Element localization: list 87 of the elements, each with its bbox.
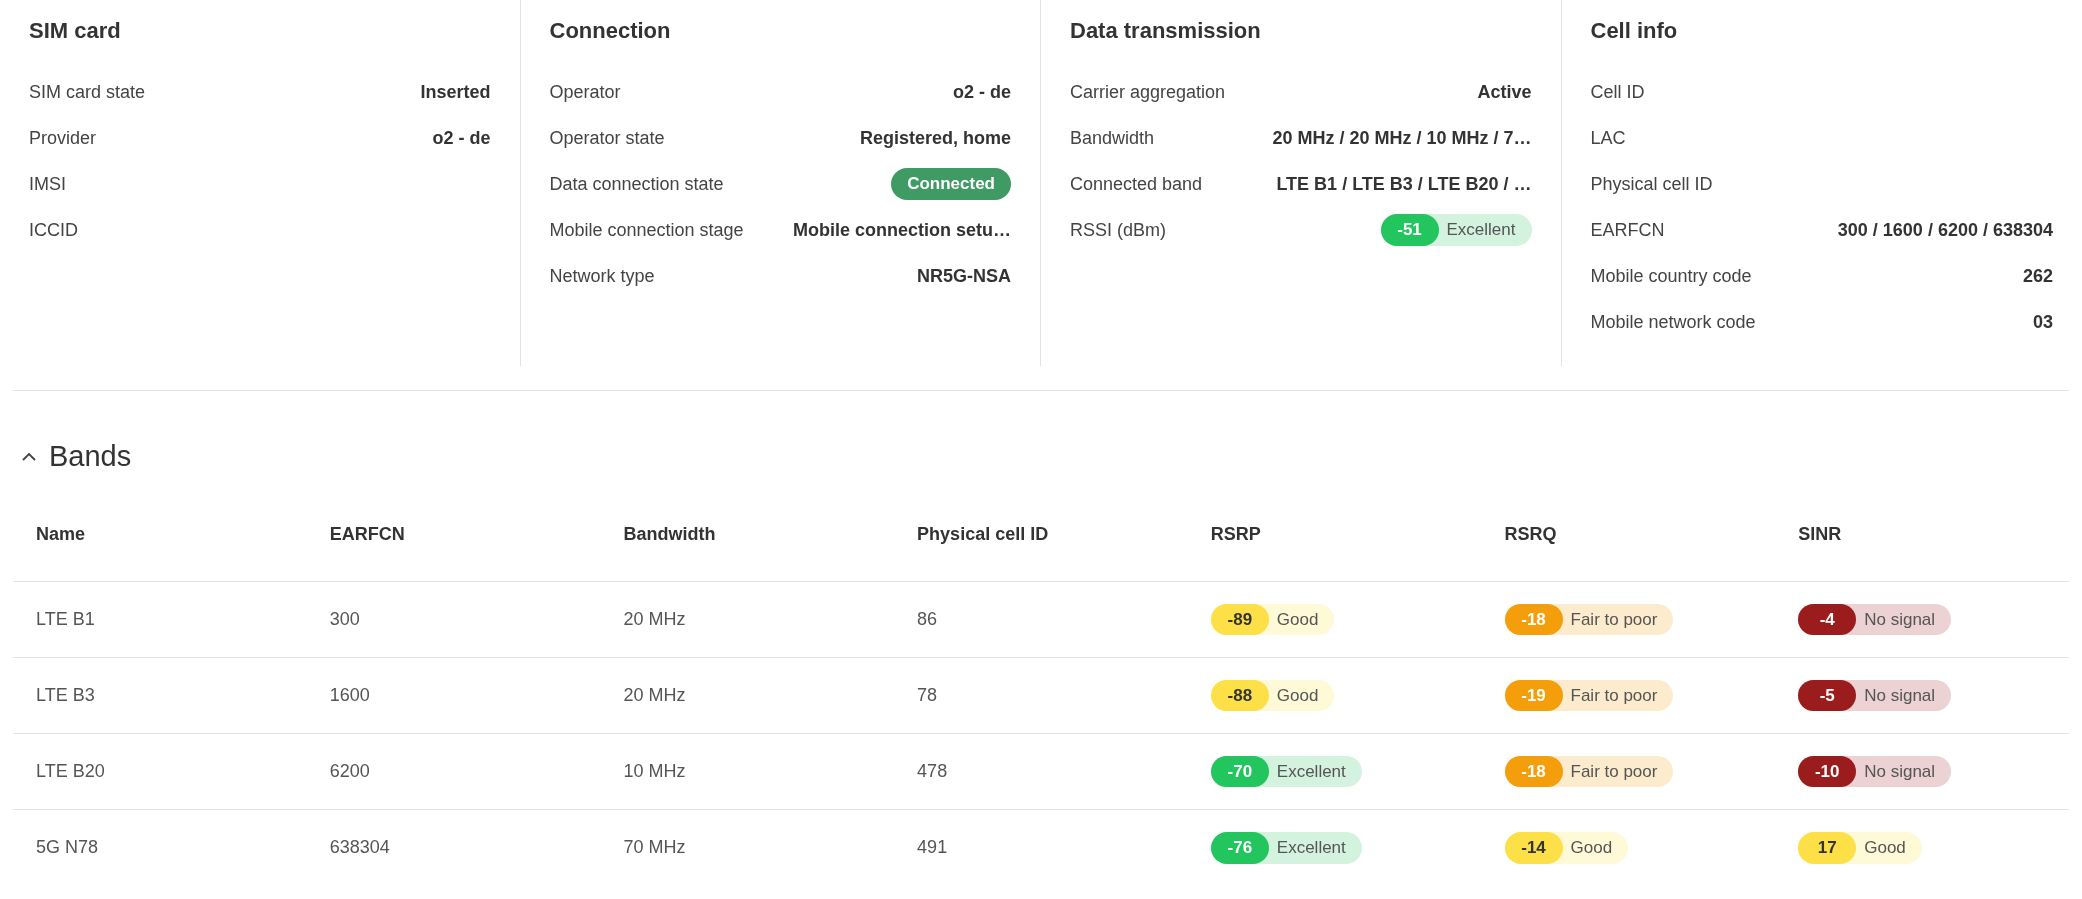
field-label: Provider [29,126,97,150]
signal-value: -14 [1504,832,1563,864]
column-header: SINR [1775,520,2069,582]
column-header: RSRQ [1481,520,1776,582]
signal-value: -70 [1210,755,1269,788]
table-cell: 20 MHz [600,657,895,734]
signal-value: -88 [1210,679,1269,712]
field-value: 20 MHz / 20 MHz / 10 MHz / 7… [1272,126,1532,150]
table-cell: 78 [894,657,1188,734]
signal-value: -18 [1504,603,1563,636]
field-value: Mobile connection setu… [793,218,1011,242]
signal-value: -19 [1504,679,1563,712]
field-label: Connected band [1070,172,1203,196]
signal-rating: Fair to poor [1569,608,1659,631]
signal-rating: Excellent [1275,837,1347,859]
panel-title: Connection [549,17,672,45]
field-label: Mobile country code [1590,264,1752,288]
field-value: o2 - de [953,80,1011,104]
signal-value: -10 [1798,755,1857,788]
table-cell: 478 [894,733,1188,810]
field-value: Registered, home [859,126,1011,150]
signal-rating: Excellent [1445,219,1517,242]
field-value: LTE B1 / LTE B3 / LTE B20 / … [1276,172,1532,196]
field-value: 262 [2022,264,2053,288]
column-header: EARFCN [306,520,601,582]
table-cell: 70 MHz [600,809,895,886]
chevron-icon[interactable] [21,451,37,462]
table-cell: LTE B3 [13,657,307,734]
signal-value: -51 [1380,214,1439,246]
signal-value: -18 [1504,755,1563,788]
column-header: Name [13,520,307,582]
field-value: Inserted [420,80,491,104]
field-label: SIM card state [29,80,146,104]
panel-title: SIM card [29,17,122,45]
signal-rating: Good [1275,608,1320,631]
panel-title: Cell info [1590,17,1679,45]
signal-rating: Excellent [1275,760,1347,783]
column-header: RSRP [1187,520,1482,582]
field-value: 300 / 1600 / 6200 / 638304 [1837,218,2053,242]
signal-rating: No signal [1863,684,1937,707]
table-cell: 10 MHz [600,733,895,810]
signal-rating: Fair to poor [1569,684,1659,707]
table-cell: 86 [894,581,1188,658]
table-cell: 1600 [306,657,601,734]
field-value: 03 [2032,310,2053,334]
table-cell: 6200 [306,733,601,810]
field-label: Physical cell ID [1590,172,1713,196]
signal-rating: Fair to poor [1569,760,1659,783]
signal-value: 17 [1798,832,1857,864]
table-cell: 491 [894,809,1188,886]
table-cell: 20 MHz [600,581,895,658]
field-value: o2 - de [432,126,491,150]
signal-rating: No signal [1863,608,1937,631]
status-badge: Connected [891,168,1011,200]
field-value: NR5G-NSA [917,264,1011,288]
field-label: Carrier aggregation [1070,80,1226,104]
field-value: Active [1477,80,1532,104]
field-label: IMSI [29,172,66,196]
signal-rating: Good [1275,684,1320,707]
column-header: Physical cell ID [894,520,1188,582]
field-label: Data connection state [549,172,724,196]
field-label: Mobile network code [1590,310,1756,334]
field-label: Bandwidth [1070,126,1155,150]
signal-value: -76 [1210,832,1269,864]
field-label: Network type [549,264,655,288]
signal-rating: Good [1569,837,1614,859]
table-cell: 638304 [306,809,601,886]
field-label: Cell ID [1590,80,1645,104]
field-label: Operator [549,80,621,104]
signal-rating: Good [1863,837,1907,859]
field-label: EARFCN [1590,218,1665,242]
section-title: Bands [49,439,132,474]
signal-value: -5 [1798,679,1857,712]
table-cell: 5G N78 [13,809,307,886]
field-label: ICCID [29,218,78,242]
signal-value: -89 [1210,603,1269,636]
column-header: Bandwidth [600,520,895,582]
field-label: Operator state [549,126,665,150]
signal-rating: No signal [1863,760,1937,783]
signal-value: -4 [1798,603,1857,636]
field-label: Mobile connection stage [549,218,744,242]
table-cell: LTE B1 [13,581,307,658]
field-label: LAC [1590,126,1626,150]
panel-title: Data transmission [1070,17,1262,45]
field-label: RSSI (dBm) [1070,218,1166,242]
table-cell: LTE B20 [13,733,307,810]
table-cell: 300 [306,581,601,658]
